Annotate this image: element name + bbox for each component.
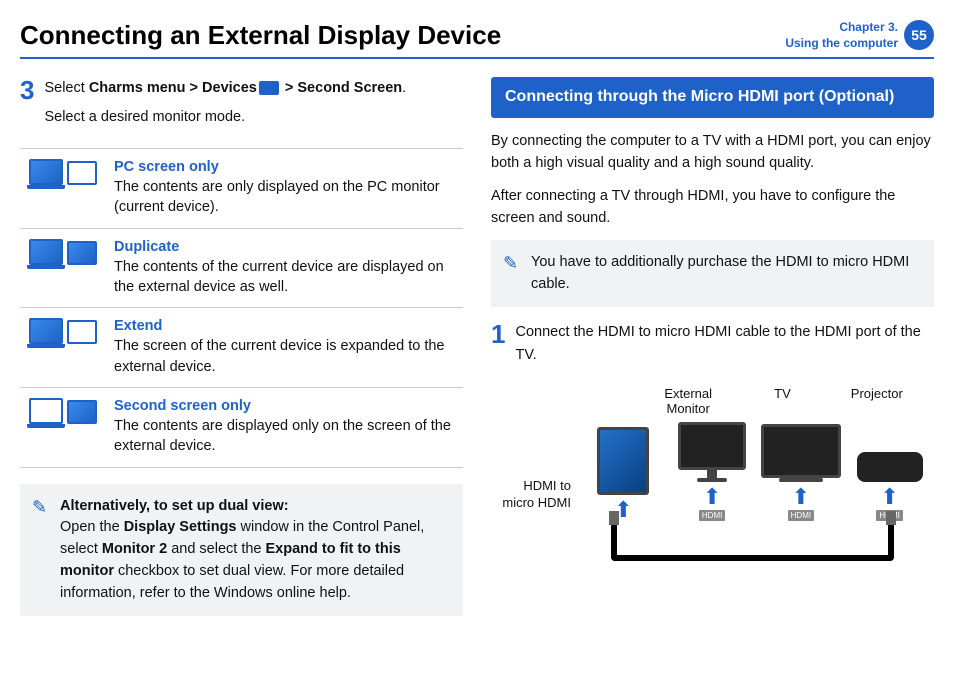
note-body: Open the Display Settings window in the … xyxy=(60,517,449,604)
table-row: Duplicate The contents of the current dev… xyxy=(20,229,463,309)
tablet-device-icon: ⬆ xyxy=(583,427,663,521)
label-cable: HDMI to micro HDMI xyxy=(491,422,571,512)
up-arrow-icon: ⬆ xyxy=(880,486,898,508)
left-column: 3 Select Charms menu > Devices > Second … xyxy=(20,77,463,616)
mode-title: Duplicate xyxy=(114,239,455,255)
note-title: Alternatively, to set up dual view: xyxy=(60,496,449,518)
connection-diagram: External Monitor TV Projector HDMI to mi… xyxy=(491,386,934,561)
step-number-1: 1 xyxy=(491,321,505,372)
right-column: Connecting through the Micro HDMI port (… xyxy=(491,77,934,616)
label-tv: TV xyxy=(735,386,829,416)
mode-desc: The screen of the current device is expa… xyxy=(114,336,455,377)
paragraph: By connecting the computer to a TV with … xyxy=(491,130,934,175)
mode-desc: The contents are displayed only on the s… xyxy=(114,416,455,457)
step-3-line-2: Select a desired monitor mode. xyxy=(44,106,406,128)
label-external-monitor: External Monitor xyxy=(641,386,735,416)
mode-title: PC screen only xyxy=(114,159,455,175)
chapter-number: Chapter 3. xyxy=(785,20,898,36)
section-heading: Connecting through the Micro HDMI port (… xyxy=(491,77,934,118)
up-arrow-icon: ⬆ xyxy=(792,486,810,508)
mode-title: Extend xyxy=(114,318,455,334)
second-only-icon xyxy=(28,398,98,424)
mode-title: Second screen only xyxy=(114,398,455,414)
monitor-device-icon: ⬆ HDMI xyxy=(672,422,752,521)
page-title: Connecting an External Display Device xyxy=(20,20,785,51)
dual-view-note: Alternatively, to set up dual view: Open… xyxy=(20,484,463,617)
pc-only-icon xyxy=(28,159,98,185)
hdmi-port-label: HDMI xyxy=(699,510,725,521)
table-row: Second screen only The contents are displ… xyxy=(20,388,463,468)
hdmi-cable-graphic xyxy=(611,525,894,561)
monitor-modes-table: PC screen only The contents are only disp… xyxy=(20,148,463,467)
label-projector: Projector xyxy=(830,386,924,416)
step-1-text: Connect the HDMI to micro HDMI cable to … xyxy=(515,321,934,366)
extend-icon xyxy=(28,318,98,344)
chapter-label: Chapter 3. Using the computer xyxy=(785,20,898,51)
tv-device-icon: ⬆ HDMI xyxy=(761,424,841,521)
paragraph: After connecting a TV through HDMI, you … xyxy=(491,185,934,230)
up-arrow-icon: ⬆ xyxy=(703,486,721,508)
step-3-line-1: Select Charms menu > Devices > Second Sc… xyxy=(44,77,406,99)
hdmi-port-label: HDMI xyxy=(788,510,814,521)
step-number-3: 3 xyxy=(20,77,34,134)
mode-desc: The contents are only displayed on the P… xyxy=(114,177,455,218)
mode-desc: The contents of the current device are d… xyxy=(114,257,455,298)
table-row: PC screen only The contents are only disp… xyxy=(20,149,463,229)
duplicate-icon xyxy=(28,239,98,265)
chapter-name: Using the computer xyxy=(785,36,898,52)
page-number-badge: 55 xyxy=(904,20,934,50)
purchase-note: You have to additionally purchase the HD… xyxy=(491,240,934,308)
table-row: Extend The screen of the current device i… xyxy=(20,308,463,388)
devices-icon xyxy=(259,81,279,95)
